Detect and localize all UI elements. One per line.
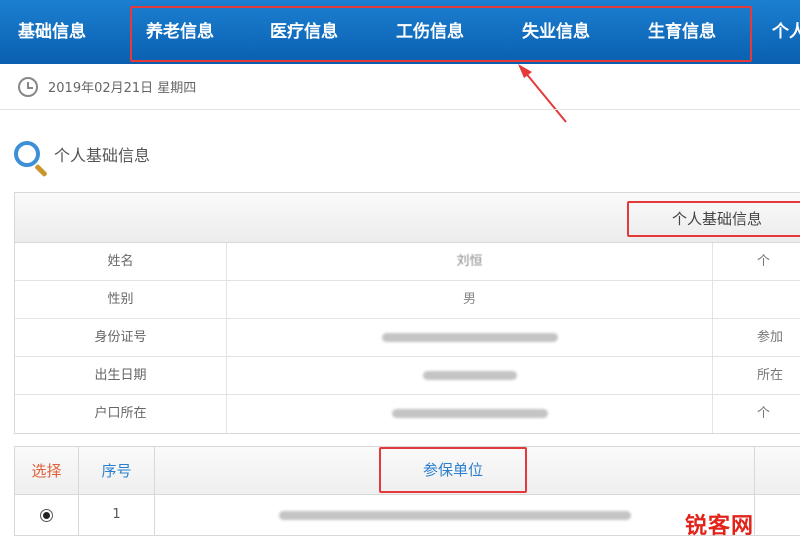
table-row: 姓名 刘恒 个 xyxy=(15,243,800,281)
col-unit-header: 参保单位 xyxy=(155,447,755,494)
section-heading: 个人基础信息 xyxy=(14,136,150,172)
row-extra: 参加 xyxy=(757,330,784,345)
clock-icon xyxy=(18,76,38,97)
name-value: 刘恒 xyxy=(456,254,483,269)
table-row: 户口所在 个 xyxy=(15,395,800,433)
info-table-header: 个人基础信息 xyxy=(15,193,800,243)
row-value xyxy=(227,319,713,356)
row-label: 身份证号 xyxy=(15,319,227,356)
row-value xyxy=(227,357,713,394)
unit-cell xyxy=(155,495,755,535)
redacted-residence xyxy=(391,409,548,418)
table-row: 1 xyxy=(15,495,800,535)
info-table-header-label: 个人基础信息 xyxy=(627,201,800,237)
row-extra: 个 xyxy=(757,254,771,269)
row-label: 姓名 xyxy=(15,243,227,280)
units-table-header: 选择 序号 参保单位 xyxy=(15,447,800,495)
table-row: 身份证号 参加 xyxy=(15,319,800,357)
table-row: 出生日期 所在 xyxy=(15,357,800,395)
row-value: 男 xyxy=(227,281,713,318)
col-select-header: 选择 xyxy=(15,447,79,494)
seq-cell: 1 xyxy=(79,495,155,535)
col-seq-header: 序号 xyxy=(79,447,155,494)
row-extra: 个 xyxy=(757,406,771,421)
row-extra: 所在 xyxy=(757,368,784,383)
magnifier-icon xyxy=(14,141,40,167)
row-label: 性别 xyxy=(15,281,227,318)
table-row: 性别 男 xyxy=(15,281,800,319)
redacted-unit-name xyxy=(278,511,631,520)
site-watermark: 锐客网 xyxy=(684,514,754,539)
current-date: 2019年02月21日 星期四 xyxy=(48,81,197,96)
col-unit-header-label: 参保单位 xyxy=(379,447,527,493)
personal-info-table: 个人基础信息 姓名 刘恒 个 性别 男 身份证号 参加 出生日期 所在 户口所在… xyxy=(14,192,800,434)
insured-units-table: 选择 序号 参保单位 1 xyxy=(14,446,800,536)
section-title: 个人基础信息 xyxy=(54,146,151,165)
row-label: 出生日期 xyxy=(15,357,227,394)
select-cell xyxy=(15,495,79,535)
row-value xyxy=(227,395,713,433)
row-value: 刘恒 xyxy=(227,243,713,280)
redacted-birth-date xyxy=(422,371,517,380)
redacted-id-number xyxy=(381,333,558,342)
row-label: 户口所在 xyxy=(15,395,227,433)
row-extra xyxy=(713,281,800,318)
date-bar: 2019年02月21日 星期四 xyxy=(0,64,800,110)
unit-radio-button[interactable] xyxy=(40,508,53,522)
